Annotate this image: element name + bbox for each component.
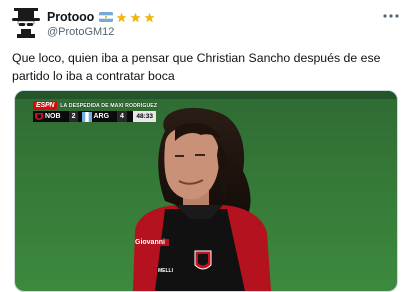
more-dots-icon: [383, 14, 399, 18]
home-team: NOB: [45, 113, 61, 120]
score-row: NOB 2 ARG 4 48:33: [33, 111, 156, 122]
tweet-media-image[interactable]: Giovanni MELLI ESPN LA DESPEDIDA DE MAXI…: [14, 90, 398, 292]
star-icon: [144, 12, 155, 22]
home-score: 2: [68, 111, 79, 122]
heisenberg-avatar-icon: [12, 8, 40, 38]
newells-crest-icon: [35, 112, 43, 120]
jersey-sponsor-text: Giovanni: [135, 239, 165, 246]
tv-scorebug: ESPN LA DESPEDIDA DE MAXI RODRIGUEZ NOB …: [33, 101, 157, 122]
broadcast-title: LA DESPEDIDA DE MAXI RODRIGUEZ: [60, 102, 158, 109]
argentina-crest-icon: [82, 111, 93, 122]
user-handle[interactable]: @ProtoGM12: [47, 26, 114, 38]
network-logo: ESPN: [33, 101, 58, 110]
display-name[interactable]: Protooo: [47, 10, 94, 24]
more-options-button[interactable]: [382, 9, 400, 23]
argentina-flag-icon: [99, 12, 114, 22]
star-icon: [130, 12, 141, 22]
away-score: 4: [117, 111, 127, 122]
tweet-text: Que loco, quien iba a pensar que Christi…: [12, 51, 381, 83]
away-team: ARG: [93, 113, 110, 120]
tweet-card: Protooo @ProtoGM12 Que loco, quien iba a…: [0, 0, 420, 292]
star-icon: [116, 12, 127, 22]
match-clock: 48:33: [133, 111, 156, 122]
jersey-small-text: MELLI: [158, 268, 173, 274]
name-line: Protooo: [47, 10, 155, 24]
avatar[interactable]: [12, 8, 40, 38]
